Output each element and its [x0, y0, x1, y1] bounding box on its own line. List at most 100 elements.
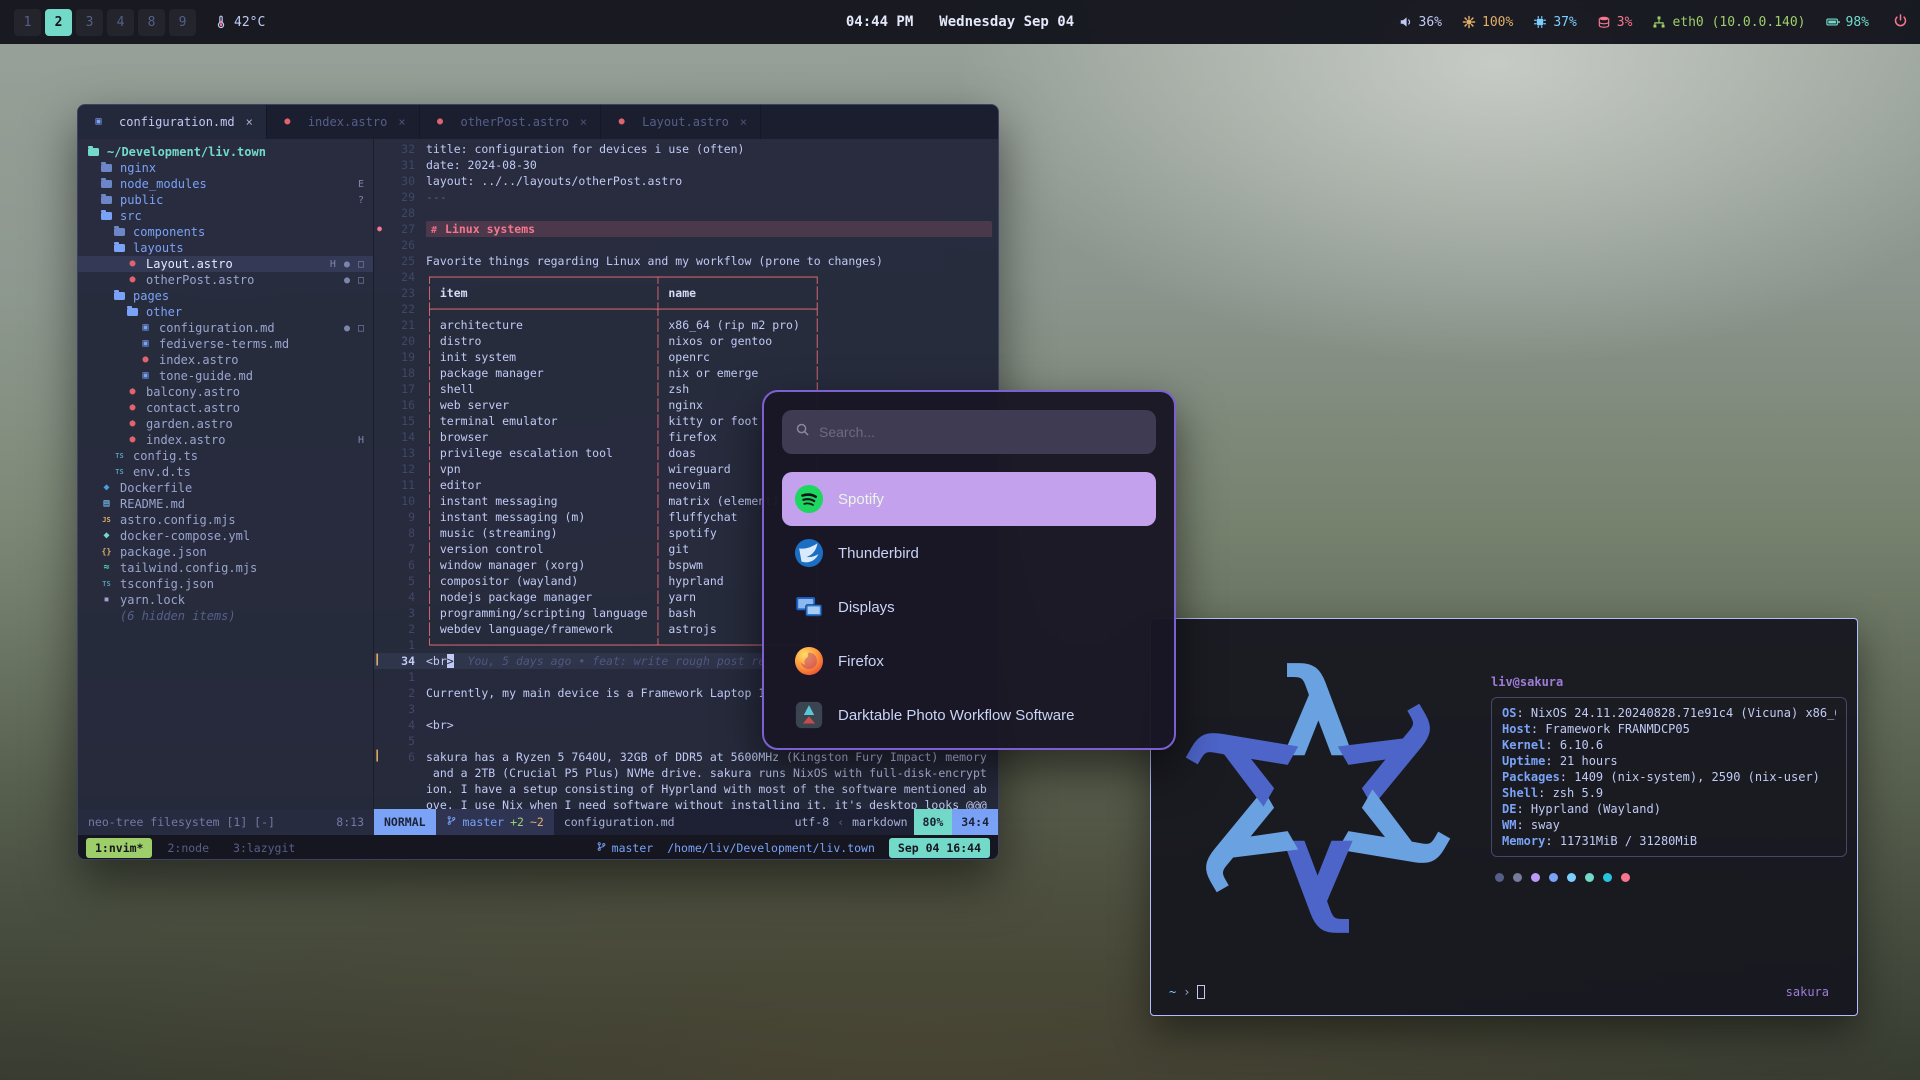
table-cell-item: music (streaming): [433, 525, 655, 541]
tree-item[interactable]: components: [78, 224, 373, 240]
launcher-search-box[interactable]: [782, 410, 1156, 454]
tree-item[interactable]: config.ts: [78, 448, 373, 464]
table-cell-item: window manager (xorg): [433, 557, 655, 573]
md-file-icon: [91, 115, 106, 129]
gutter-sign: [374, 349, 385, 365]
folder-icon: [112, 225, 127, 239]
git-added-count: +2: [510, 809, 524, 835]
git-branch-icon: [446, 809, 457, 835]
tree-item[interactable]: layouts: [78, 240, 373, 256]
tree-item[interactable]: public?: [78, 192, 373, 208]
table-cell-item: webdev language/framework: [433, 621, 655, 637]
tree-item[interactable]: src: [78, 208, 373, 224]
tree-item[interactable]: (6 hidden items): [78, 608, 373, 624]
root-icon: [86, 145, 101, 159]
tree-item[interactable]: Layout.astroH ● □: [78, 256, 373, 272]
tree-item[interactable]: pages: [78, 288, 373, 304]
tree-item[interactable]: tailwind.config.mjs: [78, 560, 373, 576]
launcher-item[interactable]: Thunderbird: [782, 526, 1156, 580]
module-chip[interactable]: 37%: [1533, 15, 1576, 30]
launcher-app-list: Spotify Thunderbird DisplaysFirefoxDarktab…: [782, 472, 1156, 742]
statusline-separator: ‹: [835, 809, 846, 835]
tree-item[interactable]: balcony.astro: [78, 384, 373, 400]
workspace-button[interactable]: 2: [45, 9, 72, 36]
gutter-sign: [374, 333, 385, 349]
tree-item[interactable]: yarn.lock: [78, 592, 373, 608]
power-button[interactable]: [1893, 13, 1908, 32]
tree-item[interactable]: Dockerfile: [78, 480, 373, 496]
launcher-item[interactable]: Firefox: [782, 634, 1156, 688]
tree-item[interactable]: README.md: [78, 496, 373, 512]
tmux-window-tab[interactable]: 3:lazygit: [224, 838, 304, 858]
md-icon: [138, 369, 153, 383]
table-border: │: [426, 526, 433, 540]
editor-line-text: ove. I use Nix when I need software with…: [426, 797, 998, 809]
tree-item[interactable]: otherPost.astro● □: [78, 272, 373, 288]
module-network[interactable]: eth0 (10.0.0.140): [1652, 15, 1805, 30]
tree-item[interactable]: configuration.md● □: [78, 320, 373, 336]
module-volume[interactable]: 36%: [1399, 15, 1442, 30]
tree-item[interactable]: ~/Development/liv.town: [78, 144, 373, 160]
gutter-sign: [374, 493, 385, 509]
tree-item[interactable]: node_modulesE: [78, 176, 373, 192]
table-border: │: [654, 430, 661, 444]
tree-item[interactable]: index.astro: [78, 352, 373, 368]
workspace-button[interactable]: 9: [169, 9, 196, 36]
workspace-button[interactable]: 1: [14, 9, 41, 36]
clock-module: 04:44 PM Wednesday Sep 04: [846, 0, 1074, 44]
tree-item[interactable]: index.astroH: [78, 432, 373, 448]
tree-item[interactable]: fediverse-terms.md: [78, 336, 373, 352]
tree-item[interactable]: contact.astro: [78, 400, 373, 416]
editor-tab[interactable]: otherPost.astro×: [420, 105, 602, 139]
astro-icon: [125, 433, 140, 447]
editor-line-text: │ distro│ nixos or gentoo│: [426, 333, 998, 349]
tree-item[interactable]: other: [78, 304, 373, 320]
line-content: ion. I have a setup consisting of Hyprla…: [426, 782, 987, 796]
editor-tab[interactable]: configuration.md×: [78, 105, 267, 139]
editor-tab[interactable]: Layout.astro×: [601, 105, 761, 139]
workspace-button[interactable]: 8: [138, 9, 165, 36]
workspace-button[interactable]: 3: [76, 9, 103, 36]
module-gear[interactable]: 100%: [1462, 15, 1513, 30]
tree-item[interactable]: garden.astro: [78, 416, 373, 432]
tree-item[interactable]: env.d.ts: [78, 464, 373, 480]
neo-tree-file-explorer[interactable]: ~/Development/liv.townnginxnode_modulesE…: [78, 139, 374, 809]
table-border: │: [814, 366, 821, 380]
table-cell-name: openrc: [661, 349, 813, 365]
module-disk[interactable]: 3%: [1597, 15, 1633, 30]
launcher-item[interactable]: Displays: [782, 580, 1156, 634]
table-cell-name: nixos or gentoo: [661, 333, 813, 349]
editor-tab[interactable]: index.astro×: [267, 105, 420, 139]
tree-item[interactable]: package.json: [78, 544, 373, 560]
launcher-item[interactable]: Darktable Photo Workflow Software: [782, 688, 1156, 742]
tree-item[interactable]: nginx: [78, 160, 373, 176]
tmux-window-tab[interactable]: 2:node: [158, 838, 218, 858]
palette-dot: [1585, 873, 1594, 882]
editor-line-text: Favorite things regarding Linux and my w…: [426, 253, 998, 269]
fetch-info-value: 11731MiB / 31280MiB: [1560, 834, 1697, 848]
editor-line: 29---: [374, 189, 998, 205]
tree-item-flags: H: [358, 435, 365, 446]
tab-close-icon[interactable]: ×: [740, 115, 747, 129]
volume-icon: [1399, 15, 1413, 29]
tree-item[interactable]: astro.config.mjs: [78, 512, 373, 528]
workspace-button[interactable]: 4: [107, 9, 134, 36]
tab-close-icon[interactable]: ×: [580, 115, 587, 129]
tree-item[interactable]: docker-compose.yml: [78, 528, 373, 544]
fetch-info-row: OS: NixOS 24.11.20240828.71e91c4 (Vicuna…: [1502, 705, 1836, 721]
search-input[interactable]: [819, 424, 1143, 440]
tree-item[interactable]: tsconfig.json: [78, 576, 373, 592]
tab-close-icon[interactable]: ×: [246, 115, 253, 129]
tab-close-icon[interactable]: ×: [398, 115, 405, 129]
shell-prompt[interactable]: ~ ›: [1169, 985, 1205, 999]
heading-text: Linux systems: [445, 222, 535, 236]
tree-item-label: other: [146, 305, 182, 319]
gutter-line-number: 3: [385, 701, 415, 717]
launcher-item[interactable]: Spotify: [782, 472, 1156, 526]
tree-item[interactable]: tone-guide.md: [78, 368, 373, 384]
tmux-window-tab[interactable]: 1:nvim*: [86, 838, 152, 858]
gutter-sign: ▎: [374, 749, 385, 765]
module-battery[interactable]: 98%: [1826, 15, 1869, 30]
gutter-line-number: 11: [385, 477, 415, 493]
launcher-item-label: Thunderbird: [838, 545, 919, 562]
